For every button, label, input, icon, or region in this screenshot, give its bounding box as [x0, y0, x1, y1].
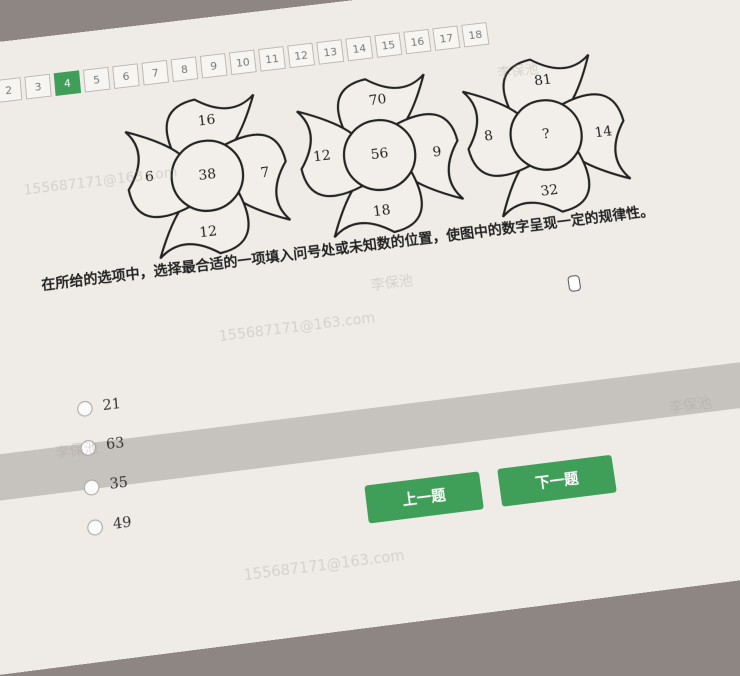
top-number: 70: [368, 92, 387, 110]
page-8[interactable]: 8: [170, 56, 199, 83]
option-label: 35: [108, 474, 129, 494]
right-number: 7: [260, 165, 271, 182]
page-7[interactable]: 7: [141, 59, 170, 86]
page-6[interactable]: 6: [112, 63, 140, 90]
page-15[interactable]: 15: [374, 32, 403, 58]
watermark-id: 155687171@163.com: [218, 309, 377, 346]
page-11[interactable]: 11: [258, 46, 286, 72]
option-label: 21: [101, 395, 122, 415]
mouse-cursor-icon: [567, 274, 582, 293]
watermark-name: 李保池: [369, 273, 414, 295]
center-number: 38: [198, 166, 217, 184]
page-14[interactable]: 14: [345, 35, 374, 62]
page-17[interactable]: 17: [432, 25, 461, 51]
number-figure-2: 56 70 9 18 12: [287, 64, 475, 252]
option-49[interactable]: 49: [86, 502, 134, 548]
prev-question-button[interactable]: 上一题: [364, 471, 484, 524]
radio-button[interactable]: [83, 478, 100, 496]
page-18[interactable]: 18: [461, 22, 490, 48]
watermark-id: 155687171@163.com: [242, 547, 406, 585]
top-number: 16: [197, 112, 216, 130]
page-12[interactable]: 12: [287, 42, 316, 69]
page-2[interactable]: 2: [0, 77, 23, 103]
bottom-number: 18: [372, 202, 392, 220]
right-number: 14: [593, 123, 613, 141]
option-35[interactable]: 35: [82, 463, 130, 508]
answer-options: 21 63 35 49: [76, 384, 134, 548]
next-question-button[interactable]: 下一题: [497, 454, 617, 507]
page-4-active[interactable]: 4: [53, 70, 82, 96]
bottom-number: 12: [199, 223, 218, 241]
page-9[interactable]: 9: [199, 53, 228, 79]
watermark-name: 李保池: [667, 395, 713, 417]
option-label: 49: [112, 513, 133, 534]
page-5[interactable]: 5: [82, 66, 111, 93]
center-number: 56: [370, 146, 389, 164]
radio-button[interactable]: [86, 518, 104, 536]
page-3[interactable]: 3: [24, 73, 52, 100]
page-16[interactable]: 16: [403, 28, 432, 55]
radio-button[interactable]: [76, 399, 94, 417]
page-10[interactable]: 10: [228, 49, 257, 76]
option-label: 63: [105, 434, 126, 454]
left-number: 12: [312, 148, 331, 166]
option-21[interactable]: 21: [76, 384, 123, 428]
page-13[interactable]: 13: [316, 39, 345, 65]
bottom-number: 32: [539, 182, 559, 200]
number-figure-3: ? 81 14 32 8: [452, 45, 643, 232]
